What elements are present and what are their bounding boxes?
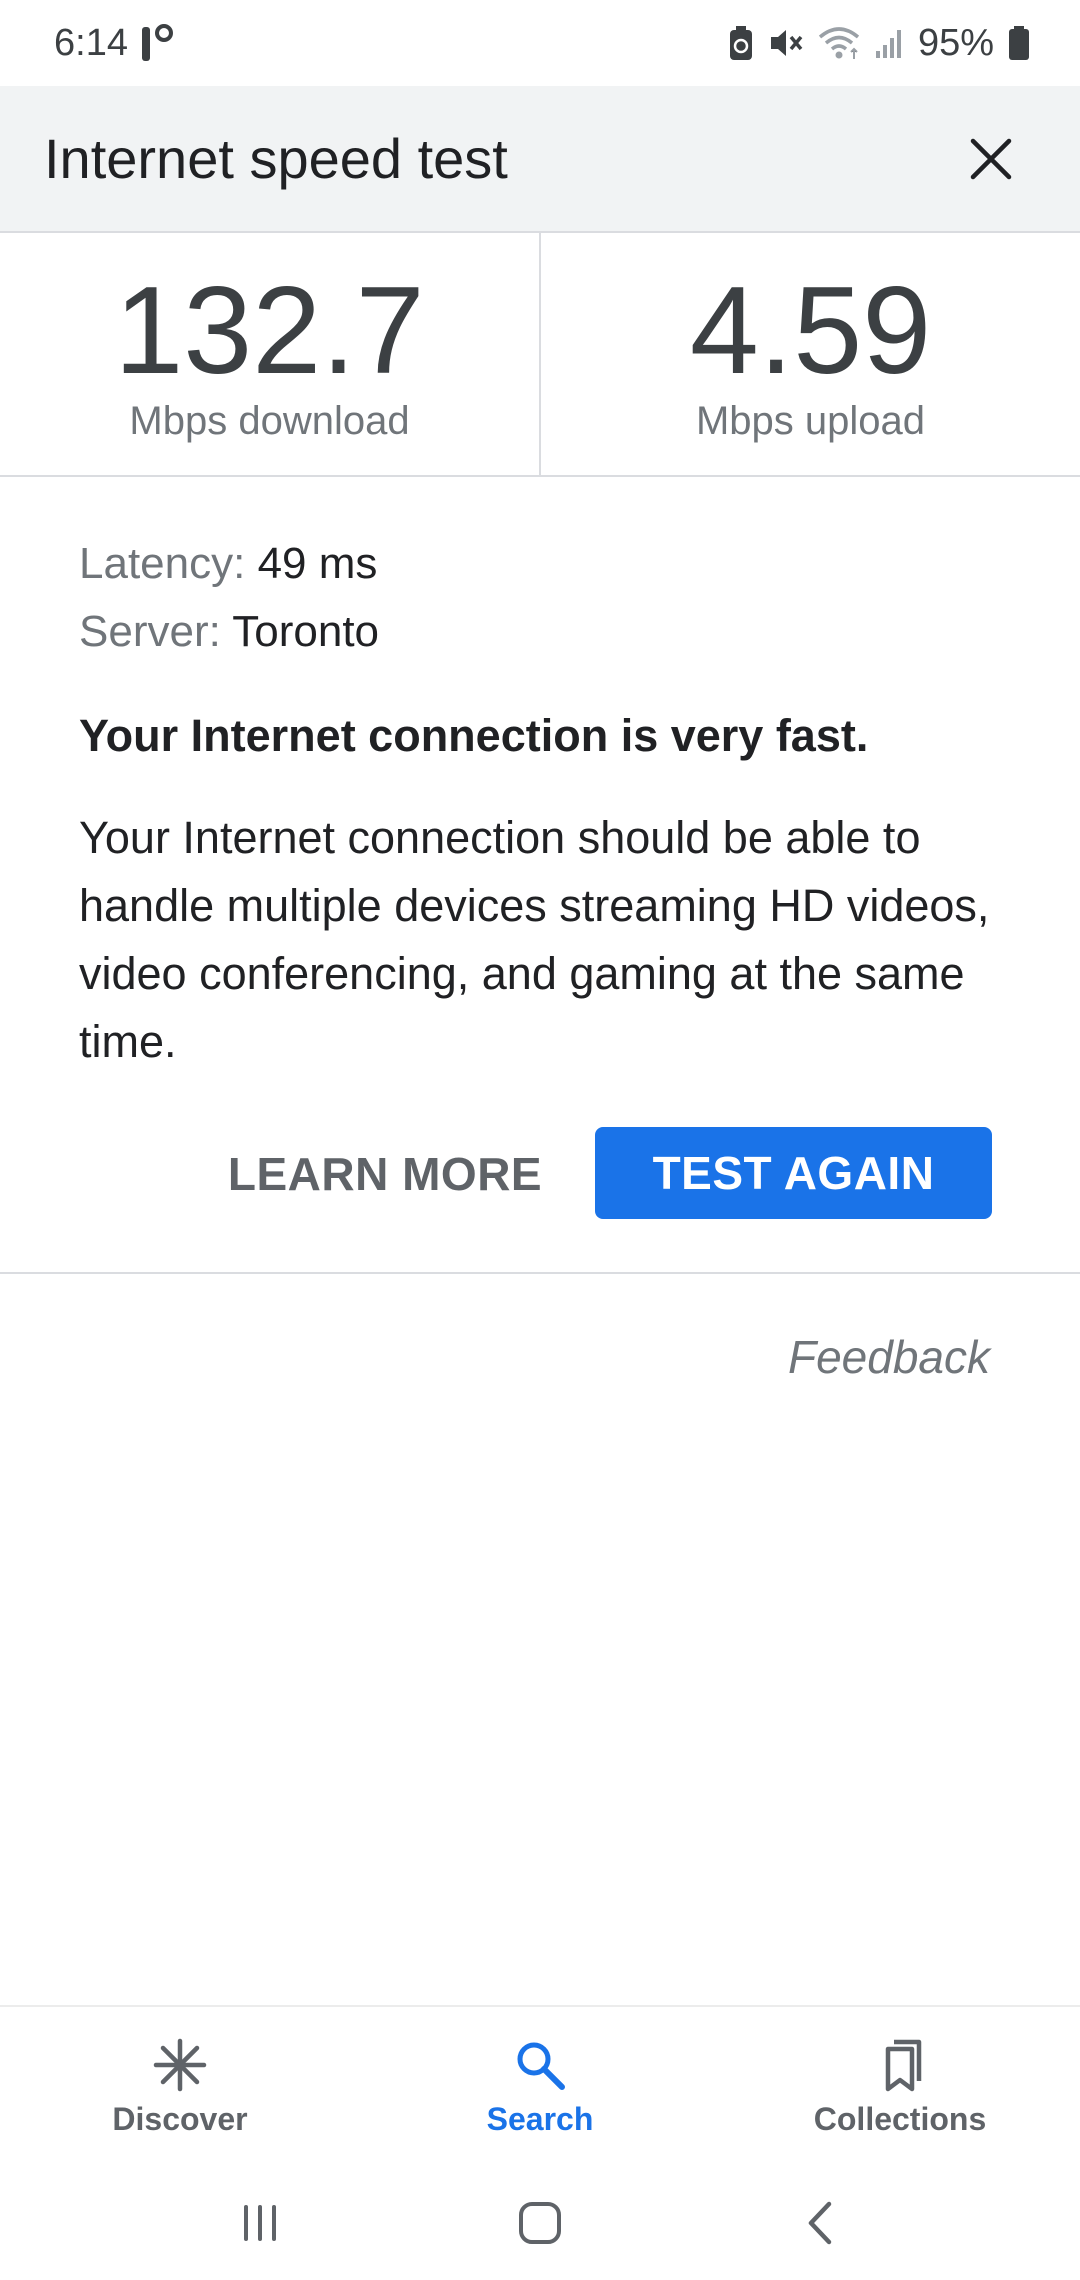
screen: 6:14 95% Internet speed test 132.7 Mbps … [0,0,1080,2280]
home-icon [519,2201,561,2244]
nav-item-collections[interactable]: Collections [720,2007,1080,2165]
upload-result: 4.59 Mbps upload [539,233,1080,475]
learn-more-button[interactable]: LEARN MORE [218,1128,552,1220]
download-label: Mbps download [129,399,410,443]
back-button[interactable] [770,2183,870,2263]
speed-description: Your Internet connection should be able … [79,812,990,1067]
close-button[interactable] [946,114,1036,204]
mute-icon [768,25,804,61]
page-title: Internet speed test [44,127,508,190]
nav-label-collections: Collections [813,2101,987,2137]
latency-line: Latency: 49 ms [79,530,1019,598]
test-again-button[interactable]: TEST AGAIN [595,1127,992,1219]
bottom-nav: Discover Search Collections [0,2005,1080,2165]
battery-saver-icon [728,25,754,61]
wifi-icon [818,25,860,61]
search-icon [517,2042,565,2090]
home-button[interactable] [490,2183,590,2263]
header: Internet speed test [0,86,1080,233]
back-icon [808,2201,832,2244]
nav-label-search: Search [486,2101,594,2137]
recent-apps-button[interactable] [210,2183,310,2263]
status-bar: 6:14 95% [0,0,1080,86]
nav-item-search[interactable]: Search [360,2007,720,2165]
test-details: Latency: 49 ms Server: Toronto Your Inte… [79,530,1019,1076]
signal-icon [874,27,904,59]
server-value: Toronto [232,607,380,656]
download-result: 132.7 Mbps download [0,233,539,475]
divider [0,1272,1080,1274]
nav-item-discover[interactable]: Discover [0,2007,360,2165]
nav-label-discover: Discover [112,2101,248,2137]
status-time: 6:14 [54,21,128,64]
download-value: 132.7 [114,262,425,400]
battery-icon [1008,25,1030,61]
latency-value: 49 ms [257,539,378,588]
feedback-link[interactable]: Feedback [788,1330,990,1384]
latency-key: Latency: [79,539,246,588]
upload-label: Mbps upload [695,399,926,443]
speed-verdict: Your Internet connection is very fast. [79,710,869,761]
bookmarks-icon [885,2039,922,2092]
alert-temp-icon [138,21,178,65]
speed-results: 132.7 Mbps download 4.59 Mbps upload [0,233,1080,477]
recent-apps-icon [244,2204,276,2241]
upload-value: 4.59 [689,262,932,400]
server-line: Server: Toronto [79,598,1019,666]
status-icons: 95% [728,22,1030,65]
battery-percent: 95% [917,21,994,64]
asterisk-icon [153,2038,207,2092]
server-key: Server: [79,607,221,656]
close-icon [970,138,1012,179]
system-nav [0,2165,1080,2280]
